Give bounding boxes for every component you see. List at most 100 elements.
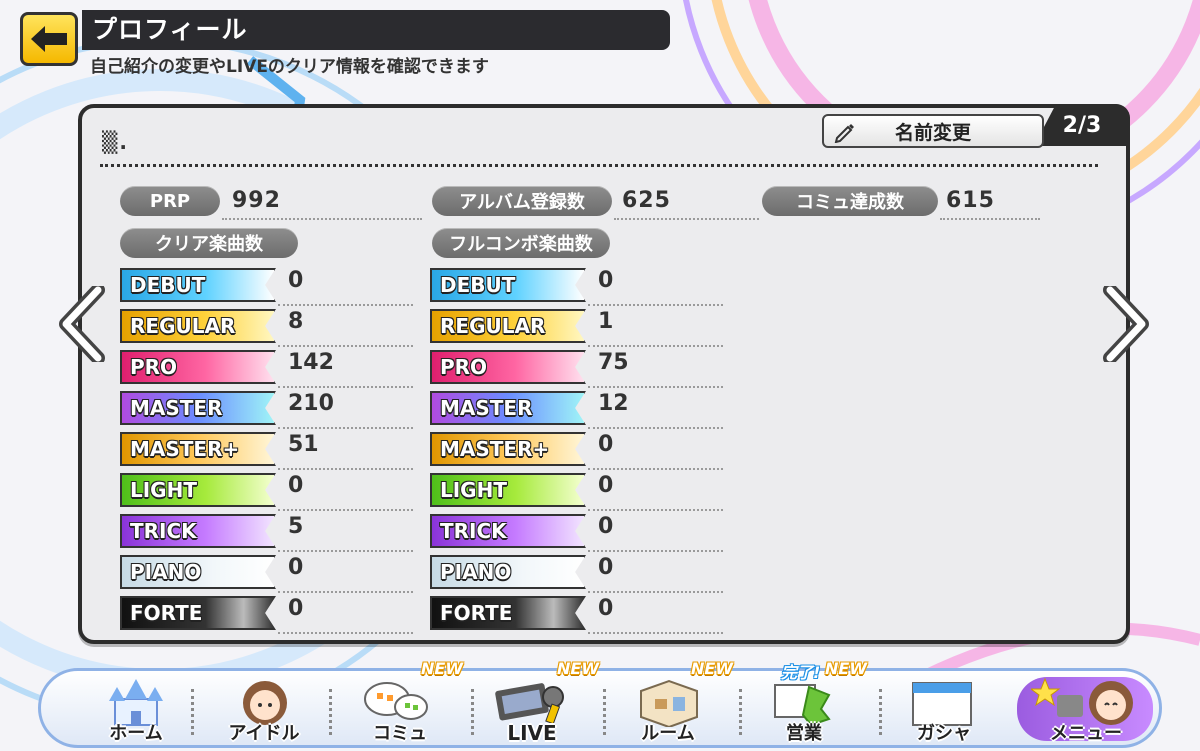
clear-count: 142 bbox=[288, 350, 334, 375]
master-plus-badge: MASTER+ bbox=[430, 432, 586, 466]
row-underline bbox=[588, 386, 723, 388]
row-underline bbox=[278, 509, 413, 511]
page-title: プロフィール bbox=[92, 15, 248, 44]
menu-live-label: LIVE bbox=[507, 721, 557, 745]
new-badge: NEW bbox=[421, 659, 463, 678]
light-badge: LIGHT bbox=[430, 473, 586, 507]
row-underline bbox=[278, 386, 413, 388]
fullcombo-header: フルコンボ楽曲数 bbox=[432, 228, 610, 258]
menu-gacha-label: ガシャ bbox=[917, 723, 971, 744]
menu-room[interactable]: NEW ルーム bbox=[605, 659, 733, 751]
pro-badge: PRO bbox=[430, 350, 586, 384]
clear-count: 210 bbox=[288, 391, 334, 416]
arrow-left-icon bbox=[31, 26, 67, 52]
master-badge: MASTER bbox=[430, 391, 586, 425]
clear-count: 5 bbox=[288, 514, 304, 539]
clear-count: 0 bbox=[288, 555, 304, 580]
new-badge: NEW bbox=[825, 659, 867, 678]
menu-idol-label: アイドル bbox=[228, 723, 300, 744]
row-underline bbox=[278, 468, 413, 470]
new-badge: NEW bbox=[691, 659, 733, 678]
row-underline bbox=[278, 427, 413, 429]
menu-live[interactable]: NEW LIVE bbox=[469, 659, 599, 751]
fc-count: 1 bbox=[598, 309, 614, 334]
album-underline bbox=[614, 218, 759, 220]
fc-count: 0 bbox=[598, 473, 614, 498]
fc-count: 12 bbox=[598, 391, 629, 416]
clear-count: 0 bbox=[288, 268, 304, 293]
regular-badge: REGULAR bbox=[120, 309, 276, 343]
clear-count: 8 bbox=[288, 309, 304, 334]
back-button[interactable] bbox=[20, 12, 78, 66]
menu-menu[interactable]: メニュー bbox=[1021, 671, 1151, 751]
commu-value: 615 bbox=[946, 188, 995, 213]
row-underline bbox=[588, 550, 723, 552]
fc-count: 0 bbox=[598, 555, 614, 580]
menu-room-label: ルーム bbox=[641, 723, 695, 744]
bottom-menu-bar: ホーム アイドル NEW コミュ NEW LIVE NEW ルーム 完了! NE… bbox=[38, 659, 1162, 751]
master-badge: MASTER bbox=[120, 391, 276, 425]
rename-button[interactable]: 名前変更 bbox=[822, 114, 1044, 148]
prp-value: 992 bbox=[232, 188, 281, 213]
page-indicator: 2/3 bbox=[1034, 104, 1130, 146]
row-underline bbox=[588, 304, 723, 306]
fc-count: 0 bbox=[598, 432, 614, 457]
prp-underline bbox=[222, 218, 422, 220]
fc-count: 0 bbox=[598, 514, 614, 539]
row-underline bbox=[278, 345, 413, 347]
commu-label: コミュ達成数 bbox=[762, 186, 938, 216]
album-value: 625 bbox=[622, 188, 671, 213]
page-subtitle: 自己紹介の変更やLIVEのクリア情報を確認できます bbox=[90, 57, 489, 77]
row-underline bbox=[588, 345, 723, 347]
regular-badge: REGULAR bbox=[430, 309, 586, 343]
piano-badge: PIANO bbox=[120, 555, 276, 589]
fc-count: 0 bbox=[598, 596, 614, 621]
menu-separator bbox=[191, 689, 194, 735]
new-badge: NEW bbox=[557, 659, 599, 678]
rename-button-label: 名前変更 bbox=[894, 121, 971, 144]
clear-count: 0 bbox=[288, 473, 304, 498]
commu-underline bbox=[940, 218, 1040, 220]
trick-badge: TRICK bbox=[430, 514, 586, 548]
menu-home-label: ホーム bbox=[109, 723, 163, 744]
row-underline bbox=[278, 550, 413, 552]
forte-badge: FORTE bbox=[430, 596, 586, 630]
fc-count: 75 bbox=[598, 350, 629, 375]
menu-eigyou[interactable]: 完了! NEW 営業 bbox=[741, 659, 867, 751]
divider bbox=[100, 164, 1098, 167]
menu-home[interactable]: ホーム bbox=[73, 671, 199, 751]
menu-idol[interactable]: アイドル bbox=[201, 671, 327, 751]
debut-badge: DEBUT bbox=[430, 268, 586, 302]
profile-panel: 2/3 ▒. 名前変更 PRP 992 アルバム登録数 625 コミュ達成数 6… bbox=[78, 104, 1130, 644]
debut-badge: DEBUT bbox=[120, 268, 276, 302]
row-underline bbox=[278, 632, 413, 634]
microphone-icon bbox=[495, 683, 564, 725]
clear-count: 51 bbox=[288, 432, 319, 457]
menu-menu-label: メニュー bbox=[1050, 723, 1122, 744]
next-page-arrow-icon[interactable] bbox=[1100, 286, 1150, 362]
row-underline bbox=[588, 427, 723, 429]
player-name: ▒. bbox=[102, 130, 129, 154]
trick-badge: TRICK bbox=[120, 514, 276, 548]
menu-commu[interactable]: NEW コミュ bbox=[337, 659, 463, 751]
row-underline bbox=[588, 509, 723, 511]
menu-gacha[interactable]: ガシャ bbox=[881, 671, 1007, 751]
menu-separator bbox=[329, 689, 332, 735]
forte-badge: FORTE bbox=[120, 596, 276, 630]
pro-badge: PRO bbox=[120, 350, 276, 384]
fc-count: 0 bbox=[598, 268, 614, 293]
row-underline bbox=[588, 468, 723, 470]
clear-count: 0 bbox=[288, 596, 304, 621]
row-underline bbox=[278, 591, 413, 593]
pencil-icon bbox=[834, 124, 854, 143]
album-label: アルバム登録数 bbox=[432, 186, 612, 216]
light-badge: LIGHT bbox=[120, 473, 276, 507]
row-underline bbox=[588, 591, 723, 593]
prp-label: PRP bbox=[120, 186, 220, 216]
row-underline bbox=[278, 304, 413, 306]
clear-header: クリア楽曲数 bbox=[120, 228, 298, 258]
row-underline bbox=[588, 632, 723, 634]
prev-page-arrow-icon[interactable] bbox=[58, 286, 108, 362]
menu-eigyou-label: 営業 bbox=[786, 723, 822, 744]
piano-badge: PIANO bbox=[430, 555, 586, 589]
